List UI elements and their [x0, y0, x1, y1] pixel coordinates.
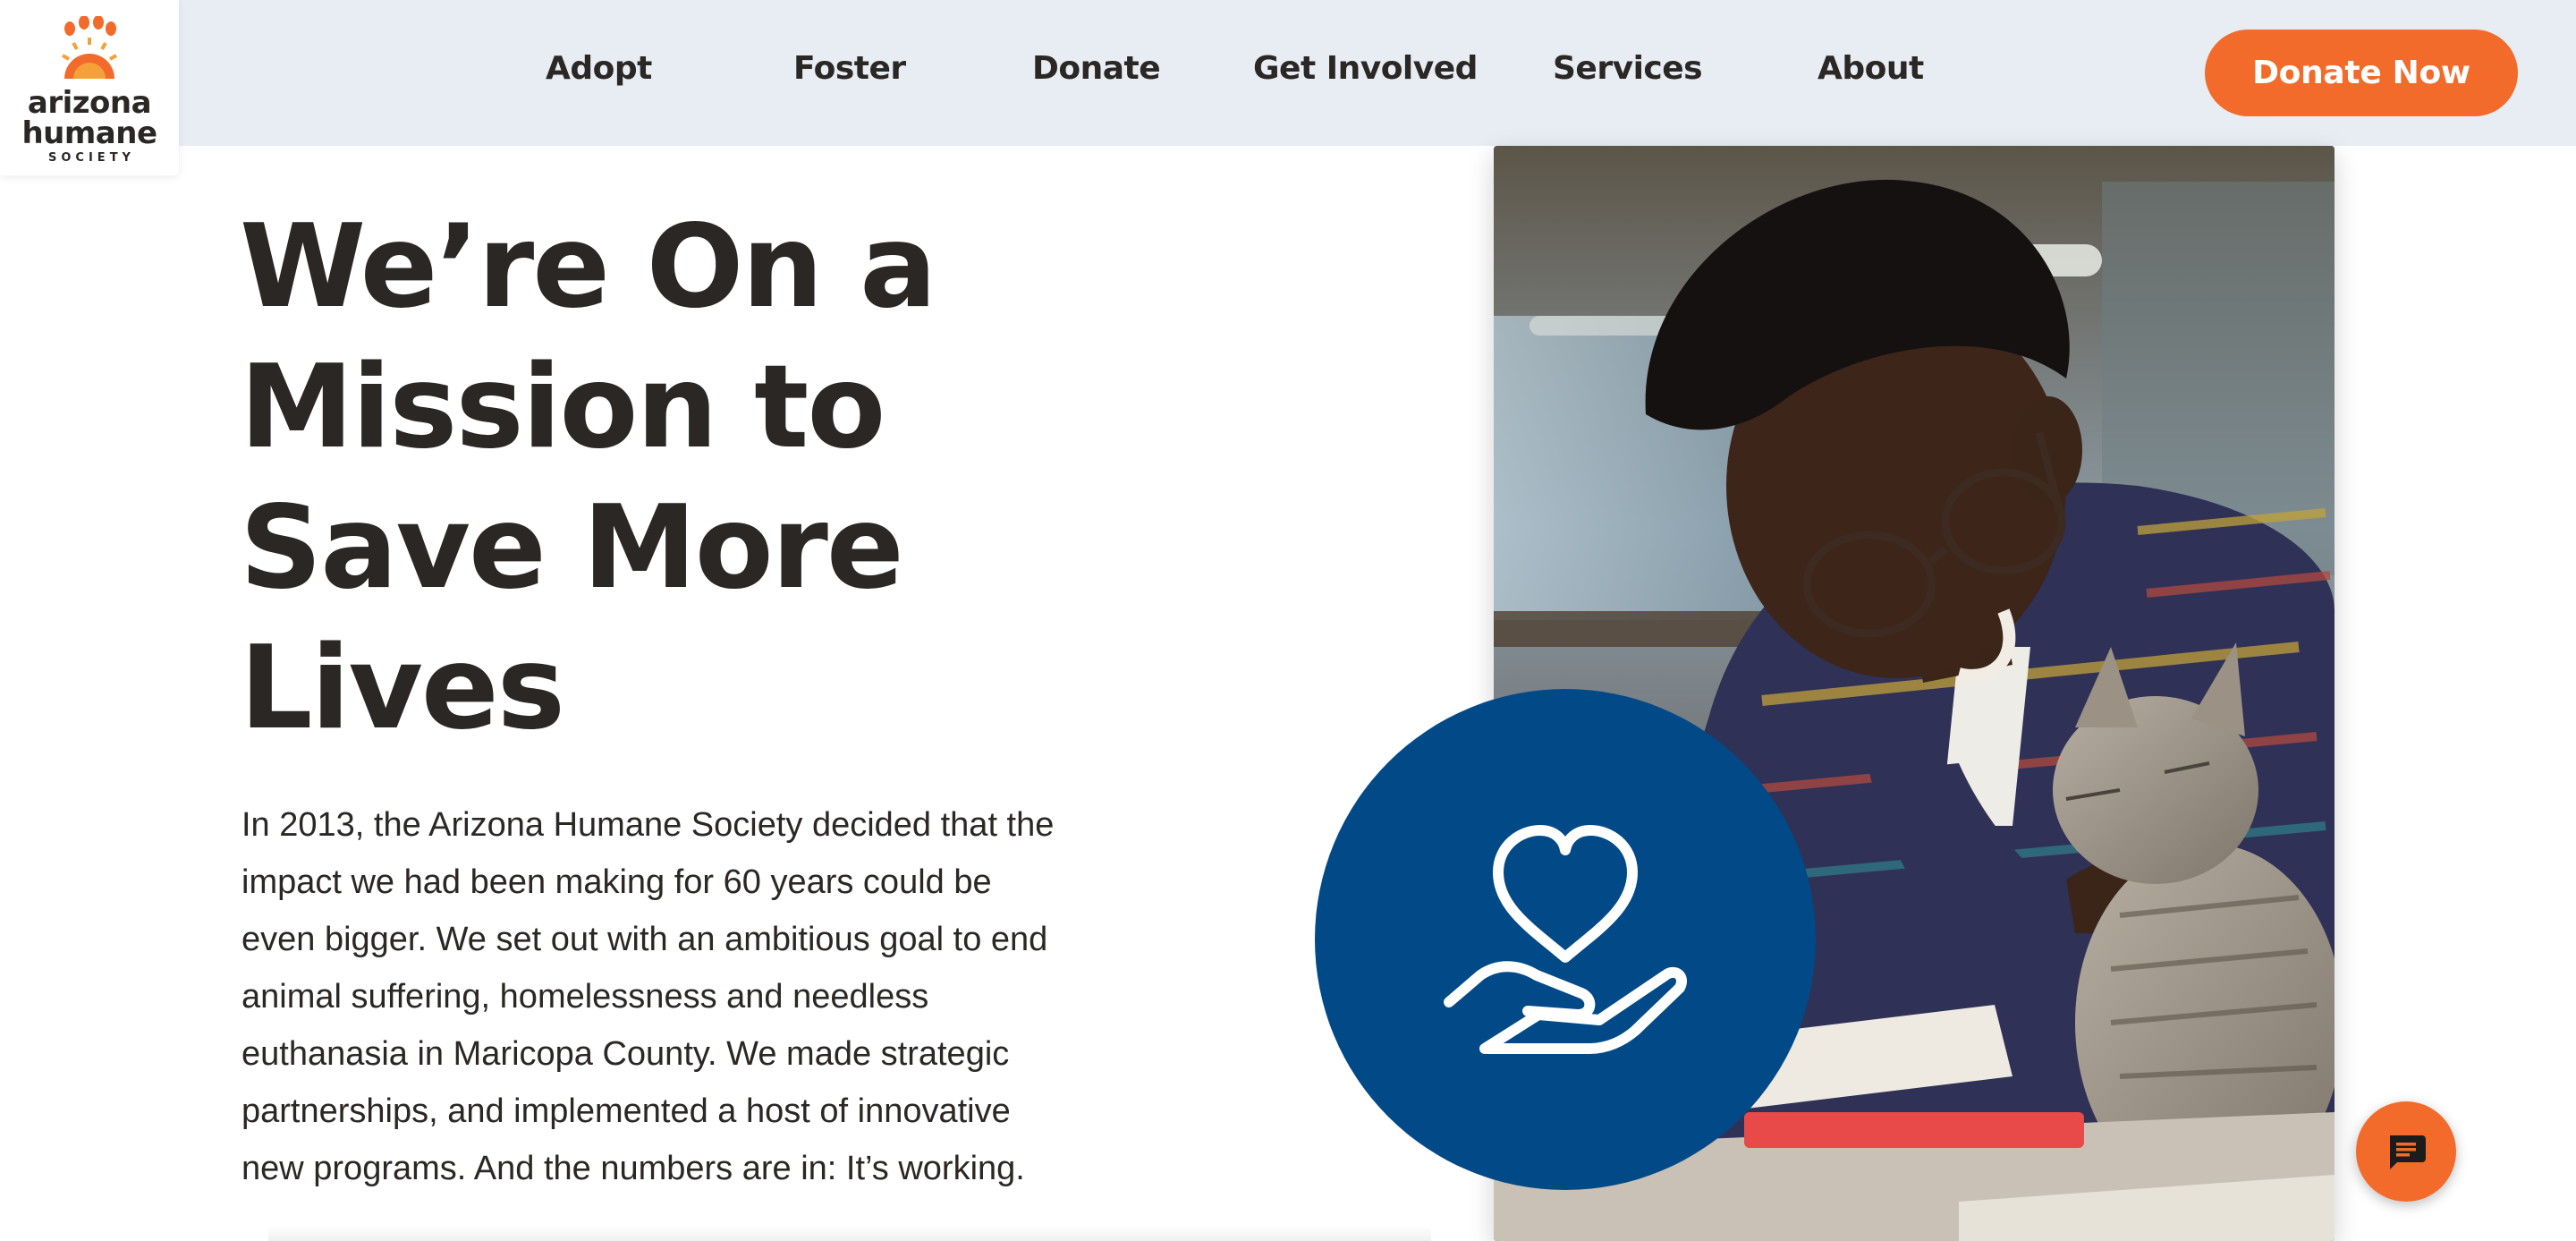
chat-bubble-icon: [2390, 1135, 2426, 1169]
site-logo[interactable]: arizona humane SOCIETY: [0, 0, 179, 175]
hero-description: In 2013, the Arizona Humane Society deci…: [242, 796, 1100, 1197]
logo-text-society: SOCIETY: [48, 151, 135, 165]
logo-text-arizona: arizona: [27, 85, 152, 121]
top-navigation: arizona humane SOCIETY Adopt Foster Dona…: [0, 0, 2576, 175]
hero-title-line: Mission to: [240, 341, 886, 474]
hero-description-line: partnerships, and implemented a host of …: [242, 1092, 1011, 1130]
section-edge-shadow: [268, 1226, 1431, 1241]
nav-item-about[interactable]: About: [1818, 50, 1924, 95]
logo-text-humane: humane: [21, 115, 157, 151]
hero-title: We’re On a Mission to Save More Lives: [240, 197, 1134, 759]
feature-circle: [1315, 689, 1816, 1190]
hero-title-line: We’re On a: [240, 200, 936, 334]
hero-description-line: In 2013, the Arizona Humane Society deci…: [242, 806, 1055, 844]
nav-item-services[interactable]: Services: [1553, 50, 1703, 95]
nav-item-foster[interactable]: Foster: [793, 50, 906, 95]
hero-description-line: animal suffering, homelessness and needl…: [242, 978, 929, 1016]
heart-in-hand-icon: [1444, 825, 1687, 1054]
paw-sun-icon: [62, 16, 117, 79]
hero-description-line: impact we had been making for 60 years c…: [242, 863, 992, 901]
nav-item-donate[interactable]: Donate: [1032, 50, 1161, 95]
hero-title-line: Save More: [240, 481, 904, 615]
chat-button[interactable]: [2356, 1101, 2456, 1202]
nav-item-adopt[interactable]: Adopt: [546, 50, 652, 95]
hero-description-line: new programs. And the numbers are in: It…: [242, 1150, 1025, 1187]
hero-description-line: even bigger. We set out with an ambitiou…: [242, 921, 1048, 958]
donate-now-button[interactable]: Donate Now: [2205, 30, 2518, 116]
hero-description-line: euthanasia in Maricopa County. We made s…: [242, 1035, 1010, 1073]
nav-item-get-involved[interactable]: Get Involved: [1253, 50, 1478, 95]
hero-title-line: Lives: [240, 622, 565, 755]
